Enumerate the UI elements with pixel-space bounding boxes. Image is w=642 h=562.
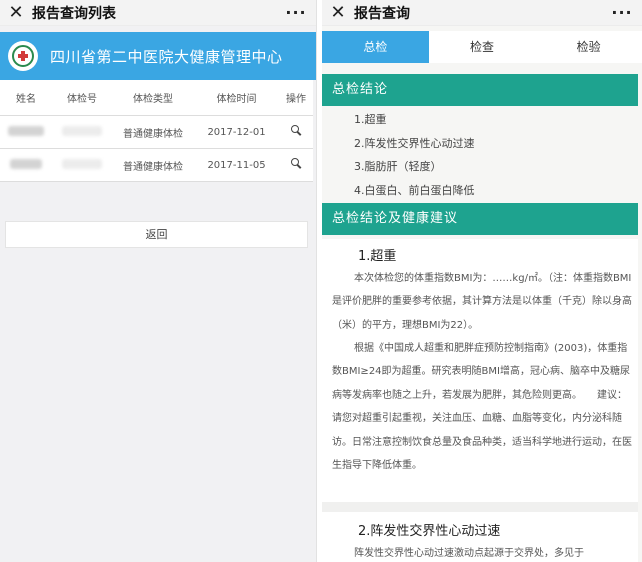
- advice-section-title: 总检结论及健康建议: [322, 203, 638, 235]
- hospital-name: 四川省第二中医院大健康管理中心: [50, 47, 283, 66]
- header-exam-date: 体检时间: [216, 94, 257, 105]
- exam-type-cell: 普通健康体检: [123, 128, 183, 140]
- header-exam-type: 体检类型: [133, 94, 173, 105]
- page-title: 报告查询: [354, 5, 410, 22]
- report-table: 姓名 体检号 体检类型 体检时间 操作 普通健康体检 2017-12-01 普通…: [0, 80, 313, 182]
- name-cell: [0, 158, 52, 172]
- report-detail-screen: ✕ 报告查询 ··· 总检 检查 检验 总检结论 1.超重 2.阵发性交界性心动…: [322, 0, 642, 562]
- view-report-button[interactable]: [279, 158, 313, 172]
- tab-lab-test[interactable]: 检验: [535, 31, 642, 63]
- page-title: 报告查询列表: [32, 5, 116, 22]
- list-item: 1.超重: [354, 113, 387, 126]
- report-list-screen: ✕ 报告查询列表 ··· 四川省第二中医院大健康管理中心 姓名 体检号 体检类型…: [0, 0, 317, 562]
- advice-paragraph: 根据《中国成人超重和肥胖症预防控制指南》(2003)，体重指数BMI≥24即为超…: [332, 343, 632, 472]
- top-bar: ✕ 报告查询 ···: [322, 0, 642, 26]
- conclusion-section-title: 总检结论: [322, 74, 638, 106]
- hospital-banner: 四川省第二中医院大健康管理中心: [0, 32, 316, 80]
- header-action: 操作: [286, 94, 306, 105]
- list-item: 3.脂肪肝（轻度）: [354, 160, 442, 173]
- list-item: 4.白蛋白、前白蛋白降低: [354, 183, 475, 197]
- exam-no-cell: [52, 158, 112, 172]
- table-row[interactable]: 普通健康体检 2017-11-05: [0, 149, 313, 182]
- more-icon[interactable]: ···: [276, 3, 316, 22]
- report-tabs: 总检 检查 检验: [322, 31, 642, 63]
- advice-content: 2.阵发性交界性心动过速 阵发性交界性心动过速激动点起源于交界处，多见于: [322, 512, 638, 562]
- advice-paragraph: 本次体检您的体重指数BMI为：……kg/㎡。（注：体重指数BMI是评价肥胖的重要…: [332, 273, 632, 331]
- conclusion-list: 1.超重 2.阵发性交界性心动过速 3.脂肪肝（轻度） 4.白蛋白、前白蛋白降低: [354, 108, 634, 202]
- advice-item-title: 2.阵发性交界性心动过速: [358, 524, 501, 539]
- exam-date-cell: 2017-11-05: [207, 159, 266, 171]
- view-report-button[interactable]: [279, 125, 313, 139]
- list-item: 2.阵发性交界性心动过速: [354, 136, 475, 150]
- tab-summary[interactable]: 总检: [322, 31, 429, 63]
- advice-content: 1.超重 本次体检您的体重指数BMI为：……kg/㎡。（注：体重指数BMI是评价…: [322, 239, 638, 502]
- hospital-logo: [8, 41, 38, 71]
- header-exam-no: 体检号: [67, 94, 97, 105]
- divider: [322, 502, 638, 512]
- name-cell: [0, 125, 52, 139]
- table-row[interactable]: 普通健康体检 2017-12-01: [0, 116, 313, 149]
- close-icon[interactable]: ✕: [0, 0, 32, 26]
- exam-no-cell: [52, 125, 112, 139]
- close-icon[interactable]: ✕: [322, 0, 354, 26]
- advice-item-title: 1.超重: [358, 249, 397, 264]
- table-header: 姓名 体检号 体检类型 体检时间 操作: [0, 80, 313, 116]
- exam-type-cell: 普通健康体检: [123, 161, 183, 173]
- search-icon: [290, 125, 302, 136]
- advice-paragraph: 阵发性交界性心动过速激动点起源于交界处，多见于: [354, 548, 584, 559]
- more-icon[interactable]: ···: [602, 3, 642, 22]
- header-name: 姓名: [16, 94, 36, 105]
- back-button[interactable]: 返回: [5, 221, 308, 248]
- search-icon: [290, 158, 302, 169]
- exam-date-cell: 2017-12-01: [207, 126, 266, 138]
- top-bar: ✕ 报告查询列表 ···: [0, 0, 316, 26]
- tab-examination[interactable]: 检查: [428, 31, 536, 63]
